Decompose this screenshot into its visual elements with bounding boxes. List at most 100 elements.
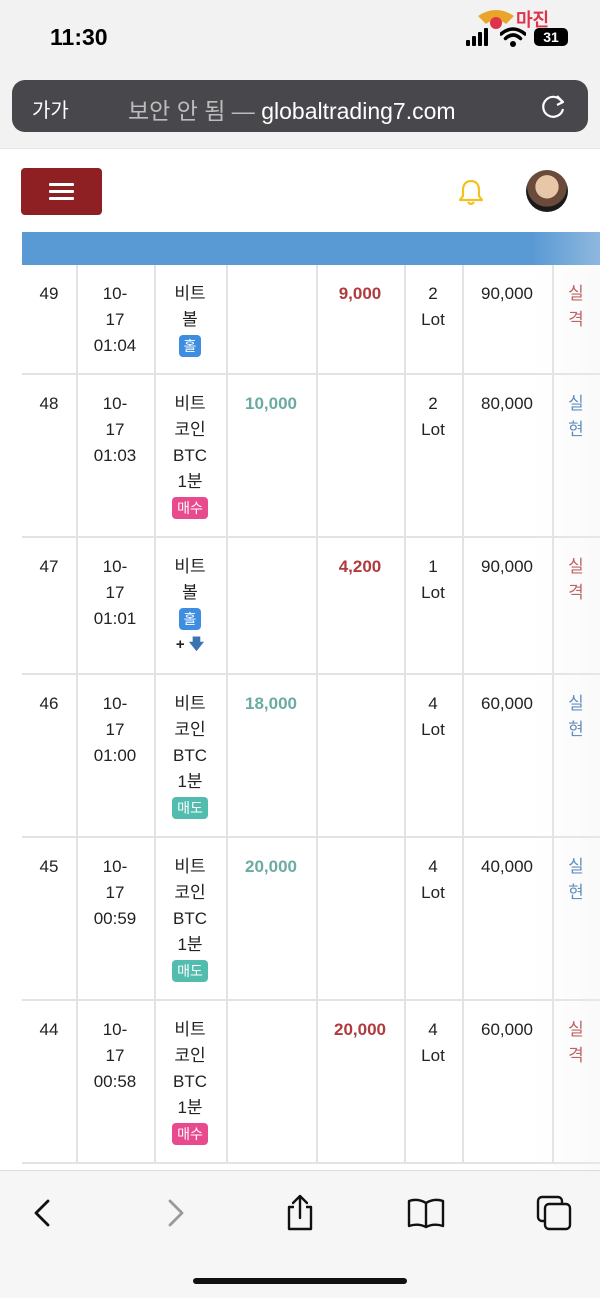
table-row: 46 10- 17 01:00 비트 코인 BTC 1분 매도 18,000 4 Lo… bbox=[22, 675, 600, 838]
row-result: 실 현 bbox=[552, 691, 600, 743]
category-line: 코인 bbox=[174, 420, 206, 439]
category-line: 비트 bbox=[174, 1020, 206, 1039]
bookmarks-icon[interactable] bbox=[406, 1193, 446, 1233]
date-part: 10- bbox=[102, 1020, 128, 1039]
row-result: 실 현 bbox=[552, 854, 600, 906]
date-part: 10- bbox=[102, 284, 128, 303]
result-line: 격 bbox=[568, 1046, 584, 1065]
row-quantity: 1 Lot bbox=[404, 554, 462, 606]
quantity-value: 4 bbox=[428, 1020, 438, 1039]
row-category: 비트 코인 BTC 1분 매수 bbox=[154, 1017, 226, 1147]
category-line: 비트 bbox=[174, 284, 206, 303]
text-size-button[interactable]: 가가 bbox=[32, 94, 69, 123]
day-part: 17 bbox=[105, 720, 125, 739]
hamburger-menu-button[interactable] bbox=[21, 168, 102, 215]
time-part: 01:01 bbox=[93, 609, 137, 628]
security-warning: 보안 안 됨 — bbox=[128, 98, 262, 124]
row-datetime: 10- 17 01:00 bbox=[76, 691, 154, 769]
date-part: 10- bbox=[102, 694, 128, 713]
quantity-unit: Lot bbox=[421, 310, 445, 329]
address-bar[interactable]: 가가 보안 안 됨 — globaltrading7.com bbox=[12, 80, 588, 132]
row-deposit: 18,000 bbox=[245, 694, 297, 713]
row-result: 실 격 bbox=[552, 554, 600, 606]
plus-sign: + bbox=[175, 636, 185, 653]
table-row: 45 10- 17 00:59 비트 코인 BTC 1분 매도 20,000 4 Lo… bbox=[22, 838, 600, 1001]
row-quantity: 4 Lot bbox=[404, 1017, 462, 1069]
category-line: 비트 bbox=[174, 857, 206, 876]
reload-icon[interactable] bbox=[540, 92, 568, 120]
row-result: 실 현 bbox=[552, 391, 600, 443]
row-datetime: 10- 17 01:01 bbox=[76, 554, 154, 632]
table-row: 44 10- 17 00:58 비트 코인 BTC 1분 매수 20,000 4 Lo… bbox=[22, 1001, 600, 1164]
row-number: 48 bbox=[39, 394, 59, 413]
row-category: 비트 코인 BTC 1분 매도 bbox=[154, 854, 226, 984]
result-line: 실 bbox=[568, 394, 584, 413]
row-number: 47 bbox=[39, 557, 59, 576]
time-part: 01:00 bbox=[93, 746, 137, 765]
day-part: 17 bbox=[105, 420, 125, 439]
user-avatar[interactable] bbox=[526, 170, 568, 212]
bonus-line: + 🡇 bbox=[154, 632, 226, 658]
bell-icon[interactable] bbox=[456, 177, 486, 207]
position-badge: 매도 bbox=[172, 960, 208, 982]
row-quantity: 2 Lot bbox=[404, 391, 462, 443]
time-part: 01:04 bbox=[93, 336, 137, 355]
row-number: 44 bbox=[39, 1020, 59, 1039]
row-quantity: 2 Lot bbox=[404, 281, 462, 333]
watermark-logo: 마진 bbox=[476, 4, 596, 38]
tabs-icon[interactable] bbox=[534, 1193, 574, 1233]
url-field[interactable]: 보안 안 됨 — globaltrading7.com bbox=[128, 92, 456, 126]
quantity-value: 2 bbox=[428, 394, 438, 413]
row-holding: 80,000 bbox=[481, 394, 533, 413]
table-row: 47 10- 17 01:01 비트 볼 홀 + 🡇 4,200 1 Lot 90,… bbox=[22, 538, 600, 675]
row-holding: 40,000 bbox=[481, 857, 533, 876]
quantity-unit: Lot bbox=[421, 583, 445, 602]
result-line: 실 bbox=[568, 1020, 584, 1039]
result-line: 실 bbox=[568, 694, 584, 713]
row-withdraw: 9,000 bbox=[338, 284, 382, 303]
day-part: 17 bbox=[105, 883, 125, 902]
result-line: 현 bbox=[568, 420, 584, 439]
row-holding: 60,000 bbox=[481, 694, 533, 713]
row-holding: 90,000 bbox=[481, 284, 533, 303]
status-bar: 11:30 31 마진 bbox=[0, 0, 600, 76]
date-part: 10- bbox=[102, 394, 128, 413]
category-line: 1분 bbox=[177, 772, 203, 791]
table-header bbox=[22, 232, 600, 265]
day-part: 17 bbox=[105, 310, 125, 329]
arrow-down-icon: 🡇 bbox=[188, 636, 205, 653]
row-category: 비트 코인 BTC 1분 매도 bbox=[154, 691, 226, 821]
home-indicator bbox=[193, 1278, 407, 1284]
position-badge: 홀 bbox=[178, 608, 202, 630]
quantity-unit: Lot bbox=[421, 420, 445, 439]
table-row: 48 10- 17 01:03 비트 코인 BTC 1분 매수 10,000 2 Lo… bbox=[22, 375, 600, 538]
position-badge: 홀 bbox=[178, 335, 202, 357]
row-datetime: 10- 17 01:04 bbox=[76, 281, 154, 359]
row-number: 49 bbox=[39, 284, 59, 303]
trade-history-table: 49 10- 17 01:04 비트 볼홀 9,000 2 Lot 90,000… bbox=[0, 232, 600, 1170]
category-line: 볼 bbox=[182, 310, 198, 329]
result-line: 실 bbox=[568, 284, 584, 303]
time-part: 00:59 bbox=[93, 909, 137, 928]
result-line: 실 bbox=[568, 557, 584, 576]
row-withdraw: 20,000 bbox=[334, 1020, 386, 1039]
row-datetime: 10- 17 00:59 bbox=[76, 854, 154, 932]
position-badge: 매도 bbox=[172, 797, 208, 819]
back-icon[interactable] bbox=[24, 1193, 64, 1233]
category-line: 1분 bbox=[177, 472, 203, 491]
watermark-text: 마진 bbox=[516, 10, 550, 30]
quantity-unit: Lot bbox=[421, 883, 445, 902]
row-quantity: 4 Lot bbox=[404, 691, 462, 743]
forward-icon[interactable] bbox=[154, 1193, 194, 1233]
category-line: 비트 bbox=[174, 557, 206, 576]
row-datetime: 10- 17 01:03 bbox=[76, 391, 154, 469]
category-line: 코인 bbox=[174, 883, 206, 902]
category-line: 코인 bbox=[174, 1046, 206, 1065]
row-result: 실 격 bbox=[552, 1017, 600, 1069]
row-result: 실 격 bbox=[552, 281, 600, 333]
row-holding: 60,000 bbox=[481, 1020, 533, 1039]
share-icon[interactable] bbox=[280, 1193, 320, 1233]
date-part: 10- bbox=[102, 557, 128, 576]
category-line: 비트 bbox=[174, 394, 206, 413]
url-text: globaltrading7.com bbox=[261, 98, 456, 124]
